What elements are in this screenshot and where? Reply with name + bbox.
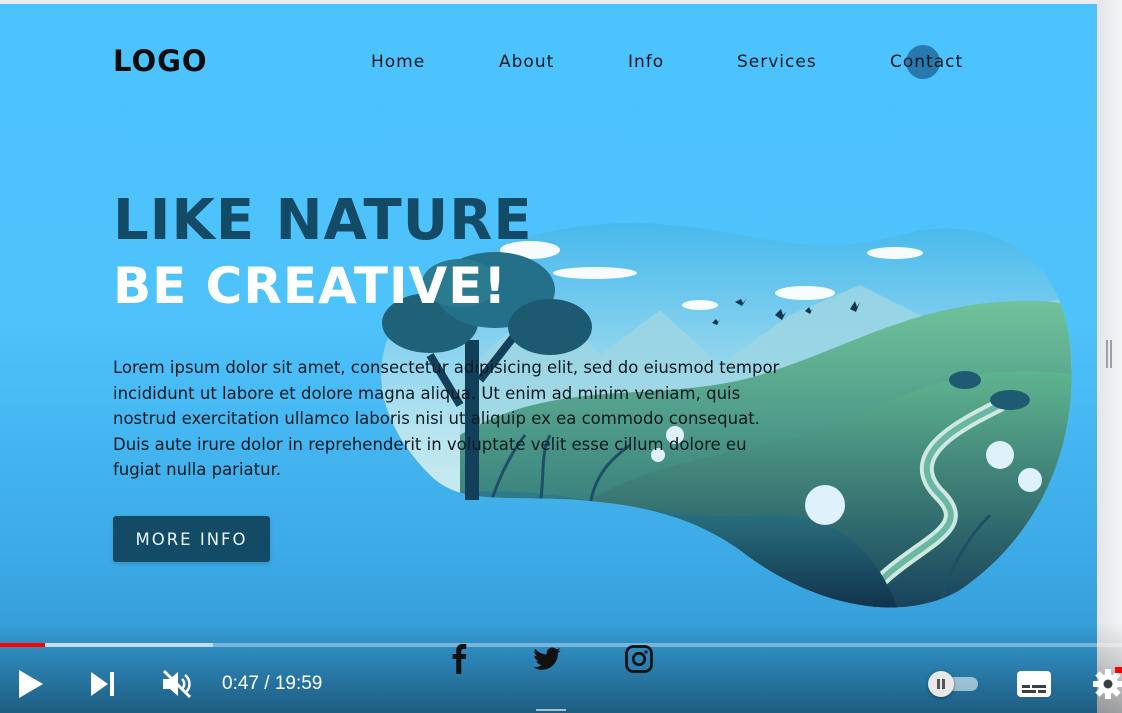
settings-icon[interactable] <box>1091 667 1122 701</box>
video-frame[interactable]: LOGO Home About Info Services Contact LI… <box>0 0 1097 713</box>
paragraph-line: Lorem ipsum dolor sit amet, consectetur … <box>113 358 780 377</box>
play-icon[interactable] <box>16 668 46 700</box>
toggle-knob <box>928 671 954 697</box>
hero-subtitle: BE CREATIVE! <box>113 257 508 315</box>
autoplay-toggle[interactable] <box>926 671 978 697</box>
pause-icon <box>937 679 945 689</box>
mute-icon[interactable] <box>160 668 194 700</box>
nav-info[interactable]: Info <box>628 52 664 72</box>
top-border <box>0 0 1097 4</box>
nav-services[interactable]: Services <box>737 52 817 72</box>
nav-home[interactable]: Home <box>371 52 425 72</box>
instagram-icon[interactable] <box>624 644 654 674</box>
paragraph-line: Duis aute irure dolor in reprehenderit i… <box>113 434 747 454</box>
captions-icon[interactable] <box>1016 670 1052 698</box>
progress-played <box>0 643 45 647</box>
nav-contact[interactable]: Contact <box>890 52 963 72</box>
next-icon[interactable] <box>88 670 118 698</box>
paragraph-line: incididunt ut labore et dolore magna ali… <box>113 383 741 403</box>
paragraph-line: fugiat nulla pariatur. <box>113 460 282 480</box>
nav-about[interactable]: About <box>499 52 554 72</box>
scroll-handle[interactable] <box>1106 340 1108 368</box>
site-logo[interactable]: LOGO <box>113 44 208 78</box>
twitter-icon[interactable] <box>532 644 562 674</box>
hero-title: LIKE NATURE <box>113 188 533 253</box>
time-display: 0:47 / 19:59 <box>222 673 323 694</box>
hero-paragraph: Lorem ipsum dolor sit amet, consectetur … <box>113 355 843 483</box>
paragraph-line: nostrud exercitation ullamco laboris nis… <box>113 409 760 429</box>
bottom-indicator <box>536 709 566 711</box>
more-info-button[interactable]: MORE INFO <box>113 516 270 562</box>
facebook-icon[interactable] <box>445 644 475 674</box>
right-scrollbar[interactable] <box>1097 0 1122 713</box>
